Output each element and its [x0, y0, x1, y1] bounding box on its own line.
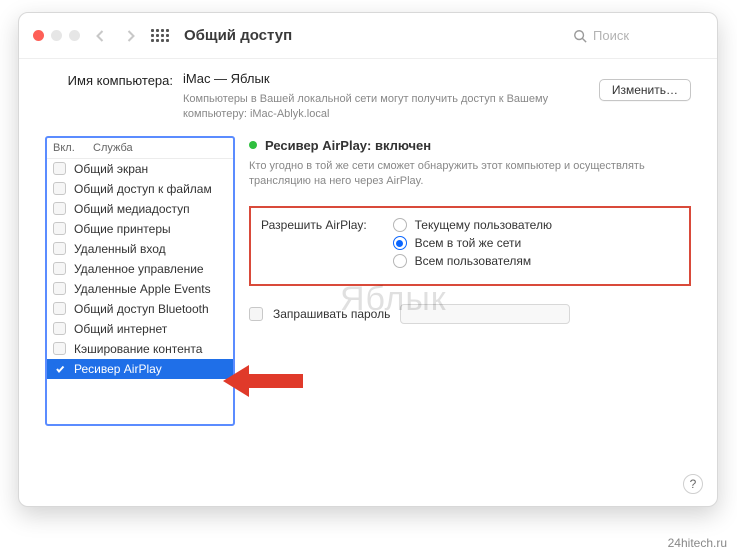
list-item[interactable]: Общий доступ к файлам — [47, 179, 233, 199]
service-checkbox[interactable] — [53, 222, 66, 235]
list-item[interactable]: Кэширование контента — [47, 339, 233, 359]
forward-button[interactable] — [120, 24, 140, 48]
list-item[interactable]: Общий экран — [47, 159, 233, 179]
list-item[interactable]: Удаленный вход — [47, 239, 233, 259]
close-window-icon[interactable] — [33, 30, 44, 41]
service-label: Общий доступ к файлам — [74, 182, 212, 196]
status-title: Ресивер AirPlay: включен — [265, 138, 431, 153]
list-item[interactable]: Удаленное управление — [47, 259, 233, 279]
service-checkbox[interactable] — [53, 362, 66, 375]
service-label: Удаленный вход — [74, 242, 166, 256]
search-input[interactable]: Поиск — [573, 28, 703, 43]
allow-airplay-label: Разрешить AirPlay: — [261, 218, 389, 232]
services-col-service: Служба — [93, 142, 133, 154]
service-label: Кэширование контента — [74, 342, 202, 356]
list-item[interactable]: Общий медиадоступ — [47, 199, 233, 219]
service-checkbox[interactable] — [53, 242, 66, 255]
computer-name-label: Имя компьютера: — [45, 71, 173, 88]
service-checkbox[interactable] — [53, 202, 66, 215]
service-checkbox[interactable] — [53, 162, 66, 175]
service-details: Ресивер AirPlay: включен Кто угодно в то… — [249, 136, 691, 426]
radio-icon[interactable] — [393, 254, 407, 268]
radio-icon[interactable] — [393, 236, 407, 250]
service-label: Общий медиадоступ — [74, 202, 190, 216]
service-label: Общие принтеры — [74, 222, 171, 236]
list-item[interactable]: Общий доступ Bluetooth — [47, 299, 233, 319]
service-label: Ресивер AirPlay — [74, 362, 162, 376]
minimize-window-icon[interactable] — [51, 30, 62, 41]
service-checkbox[interactable] — [53, 182, 66, 195]
search-placeholder: Поиск — [593, 28, 629, 43]
titlebar: Общий доступ Поиск — [19, 13, 717, 59]
radio-label: Всем пользователям — [415, 254, 532, 268]
service-label: Общий доступ Bluetooth — [74, 302, 209, 316]
list-item[interactable]: Удаленные Apple Events — [47, 279, 233, 299]
service-label: Удаленные Apple Events — [74, 282, 211, 296]
require-password-checkbox[interactable] — [249, 307, 263, 321]
radio-row[interactable]: Текущему пользователю — [393, 218, 552, 232]
computer-name-row: Имя компьютера: iMac — Яблык — [45, 71, 691, 88]
service-label: Удаленное управление — [74, 262, 204, 276]
zoom-window-icon[interactable] — [69, 30, 80, 41]
list-item[interactable]: Ресивер AirPlay — [47, 359, 233, 379]
password-input[interactable] — [400, 304, 570, 324]
service-checkbox[interactable] — [53, 302, 66, 315]
edit-button[interactable]: Изменить… — [599, 79, 691, 101]
radio-label: Всем в той же сети — [415, 236, 522, 250]
radio-row[interactable]: Всем пользователям — [393, 254, 552, 268]
service-checkbox[interactable] — [53, 322, 66, 335]
preferences-window: Общий доступ Поиск Имя компьютера: iMac … — [18, 12, 718, 507]
radio-icon[interactable] — [393, 218, 407, 232]
radio-row[interactable]: Всем в той же сети — [393, 236, 552, 250]
require-password-row: Запрашивать пароль — [249, 304, 691, 324]
list-item[interactable]: Общий интернет — [47, 319, 233, 339]
require-password-label: Запрашивать пароль — [273, 307, 390, 321]
window-controls — [33, 30, 80, 41]
radio-label: Текущему пользователю — [415, 218, 552, 232]
computer-name-value: iMac — Яблык — [183, 71, 270, 86]
content-area: Имя компьютера: iMac — Яблык Компьютеры … — [19, 59, 717, 506]
search-icon — [573, 29, 587, 43]
allow-airplay-group: Разрешить AirPlay: Текущему пользователю… — [249, 206, 691, 286]
main-split: Вкл. Служба Общий экран Общий доступ к фа… — [45, 136, 691, 426]
grid-icon — [151, 29, 169, 42]
services-list[interactable]: Вкл. Служба Общий экран Общий доступ к фа… — [45, 136, 235, 426]
service-checkbox[interactable] — [53, 282, 66, 295]
computer-name-hint: Компьютеры в Вашей локальной сети могут … — [183, 92, 563, 122]
help-button[interactable]: ? — [683, 474, 703, 494]
show-all-button[interactable] — [150, 24, 170, 48]
source-credit: 24hitech.ru — [668, 536, 727, 550]
window-title: Общий доступ — [184, 27, 292, 44]
service-label: Общий экран — [74, 162, 148, 176]
list-item[interactable]: Общие принтеры — [47, 219, 233, 239]
service-checkbox[interactable] — [53, 262, 66, 275]
annotation-arrow-icon — [223, 362, 303, 403]
service-checkbox[interactable] — [53, 342, 66, 355]
status-line: Ресивер AirPlay: включен — [249, 138, 691, 153]
services-header: Вкл. Служба — [47, 138, 233, 159]
status-description: Кто угодно в той же сети сможет обнаружи… — [249, 159, 679, 189]
service-label: Общий интернет — [74, 322, 167, 336]
services-col-on: Вкл. — [53, 142, 83, 154]
status-dot-icon — [249, 141, 257, 149]
back-button[interactable] — [90, 24, 110, 48]
